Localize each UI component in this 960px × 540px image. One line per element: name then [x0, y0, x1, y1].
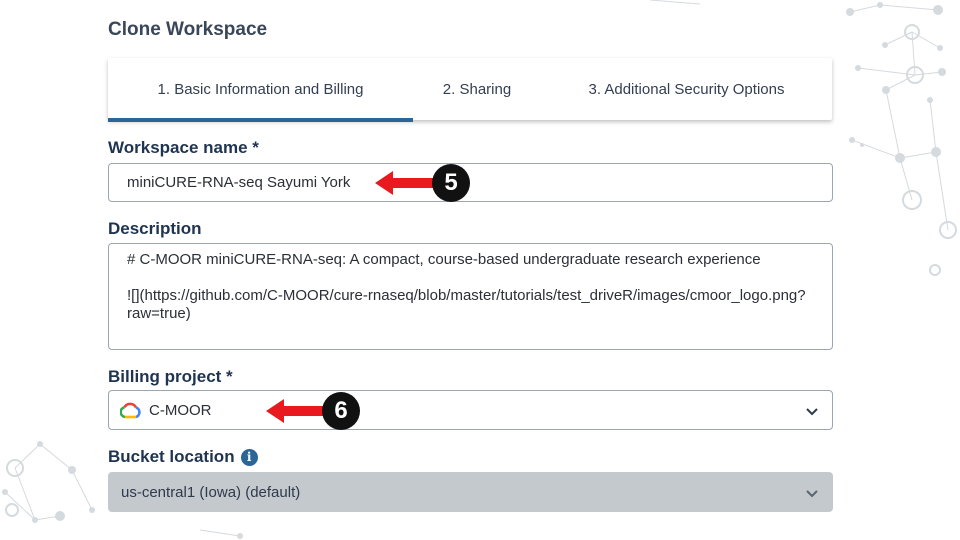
chevron-down-icon — [806, 408, 818, 416]
billing-project-value: C-MOOR — [149, 402, 212, 419]
red-arrow-icon — [266, 399, 326, 423]
wizard-tabs: 1. Basic Information and Billing 2. Shar… — [108, 58, 832, 122]
step-5-badge: 5 — [432, 164, 470, 202]
billing-project-select[interactable]: C-MOOR — [108, 390, 833, 430]
billing-project-label: Billing project * — [108, 367, 233, 386]
bucket-location-label-text: Bucket location — [108, 447, 235, 466]
page-title: Clone Workspace — [108, 19, 268, 40]
step-6-badge: 6 — [322, 392, 360, 430]
google-cloud-icon — [120, 402, 141, 419]
clone-workspace-dialog: Clone Workspace 1. Basic Information and… — [0, 0, 960, 540]
description-value: # C-MOOR miniCURE-RNA-seq: A compact, co… — [127, 251, 806, 322]
tab-basic-information[interactable]: 1. Basic Information and Billing — [108, 58, 413, 122]
workspace-name-input[interactable]: miniCURE-RNA-seq Sayumi York — [108, 163, 833, 202]
description-textarea[interactable]: # C-MOOR miniCURE-RNA-seq: A compact, co… — [108, 243, 833, 350]
description-label: Description — [108, 219, 202, 238]
chevron-down-icon — [806, 490, 818, 498]
workspace-name-value: miniCURE-RNA-seq Sayumi York — [127, 174, 351, 191]
workspace-name-label: Workspace name * — [108, 138, 259, 157]
bucket-location-value: us-central1 (Iowa) (default) — [121, 484, 301, 501]
red-arrow-icon — [375, 171, 435, 195]
tab-sharing[interactable]: 2. Sharing — [413, 58, 541, 120]
info-icon[interactable]: i — [240, 448, 258, 466]
bucket-location-select: us-central1 (Iowa) (default) — [108, 472, 833, 512]
tab-additional-security[interactable]: 3. Additional Security Options — [541, 58, 832, 120]
bucket-location-label: Bucket location i — [108, 447, 258, 467]
